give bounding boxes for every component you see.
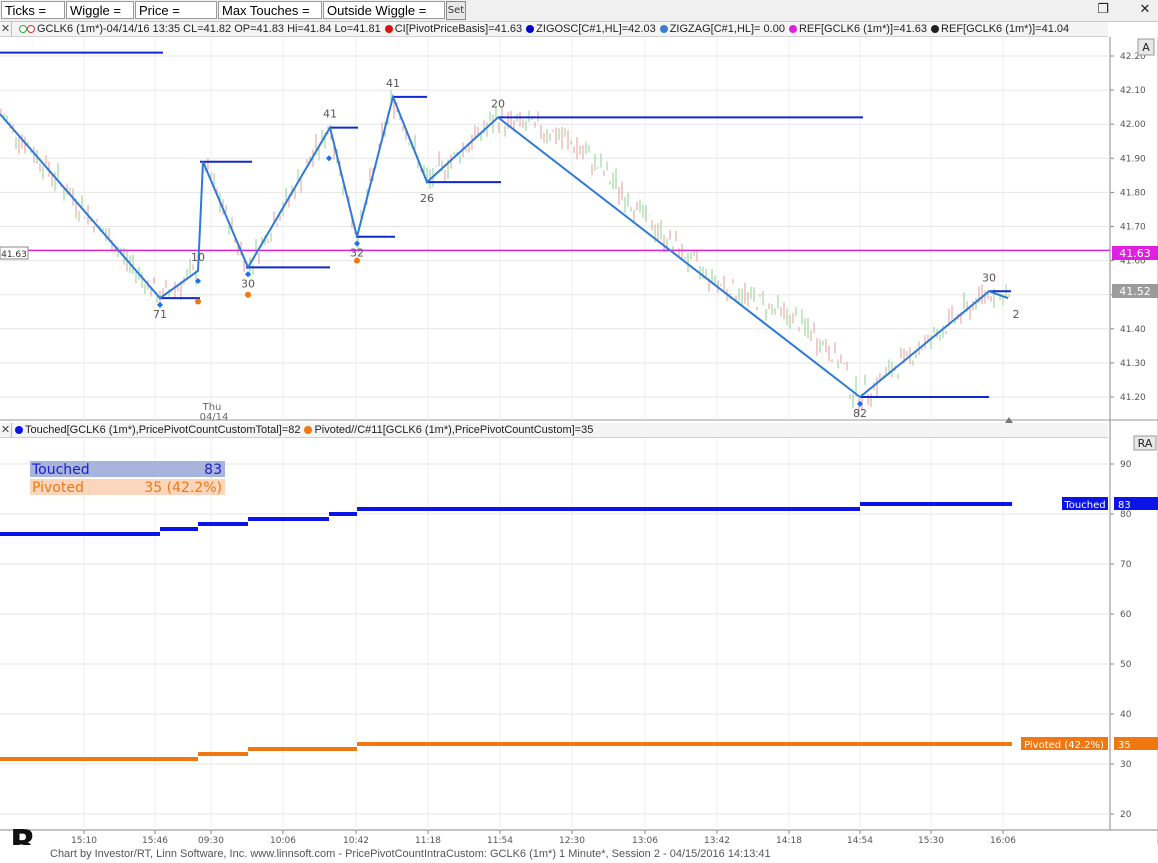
- pivot-count-label: 30: [982, 271, 996, 284]
- right-tag-ref-label: 41.63: [1119, 247, 1151, 260]
- y-tick-label: 90: [1120, 460, 1132, 470]
- x-tick-label: 15:30: [918, 836, 944, 845]
- x-tick-label: 16:06: [990, 836, 1016, 845]
- y-tick-label: 40: [1120, 710, 1132, 720]
- y-tick-label: 42.10: [1120, 86, 1146, 96]
- touched-marker: [157, 301, 163, 308]
- x-tick-label: 09:30: [198, 836, 224, 845]
- y-tick-label: 30: [1120, 760, 1132, 770]
- x-tick-label: 11:54: [487, 836, 513, 845]
- y-tick-label: 41.30: [1120, 359, 1146, 369]
- right-tag-pivoted-val-label: 35: [1118, 740, 1131, 751]
- pivot-count-label: 71: [153, 308, 167, 321]
- x-tick-label: 15:10: [71, 836, 97, 845]
- pivoted-stat-label: Pivoted: [32, 480, 84, 496]
- right-tag-touched-val-label: 83: [1118, 500, 1131, 511]
- touched-marker: [354, 240, 360, 247]
- pivot-count-label: 26: [420, 192, 434, 205]
- x-tick-label: 11:18: [415, 836, 441, 845]
- x-tick-label: 10:06: [270, 836, 296, 845]
- y-tick-label: 41.70: [1120, 223, 1146, 233]
- touched-marker: [326, 155, 332, 162]
- pivoted-marker: [195, 298, 201, 305]
- pivot-count-label: 10: [191, 251, 205, 264]
- touched-stat-label: Touched: [31, 462, 90, 478]
- pivot-count-label: 82: [853, 407, 867, 420]
- x-tick-label: 15:46: [142, 836, 168, 845]
- y-tick-label: 60: [1120, 610, 1132, 620]
- x-tick-label: 10:42: [343, 836, 369, 845]
- y-tick-label: 41.20: [1120, 393, 1146, 403]
- pivoted-marker: [354, 257, 360, 264]
- y-tick-label: 41.90: [1120, 154, 1146, 164]
- zigzag-line: [0, 93, 1009, 399]
- x-tick-label: 14:18: [776, 836, 802, 845]
- x-tick-label: 13:42: [704, 836, 730, 845]
- pivoted-marker: [245, 291, 251, 298]
- y-tick-label: 50: [1120, 660, 1132, 670]
- pivot-count-label: 41: [386, 77, 400, 90]
- pivot-count-label: 2: [1013, 308, 1020, 321]
- y-tick-label: 42.00: [1120, 120, 1146, 130]
- scale-badge-lower-label: RA: [1138, 437, 1153, 450]
- right-tag-last-label: 41.52: [1119, 285, 1151, 298]
- y-tick-label: 80: [1120, 510, 1132, 520]
- x-tick-label: 14:54: [847, 836, 873, 845]
- chart-svg[interactable]: 42.2042.1042.0041.9041.8041.7041.6041.50…: [0, 0, 1158, 845]
- y-tick-label: 41.80: [1120, 188, 1146, 198]
- right-tag-pivoted-name-label: Pivoted (42.2%): [1024, 740, 1104, 751]
- y-tick-label: 20: [1120, 810, 1132, 820]
- footer-text: Chart by Investor/RT, Linn Software, Inc…: [50, 848, 771, 860]
- pivot-count-label: 30: [241, 277, 255, 290]
- pivoted-stat-value: 35 (42.2%): [144, 480, 222, 496]
- x-tick-label: 12:30: [559, 836, 585, 845]
- right-tag-touched-name-label: Touched: [1063, 500, 1105, 511]
- pivot-count-label: 20: [491, 97, 505, 110]
- y-tick-label: 70: [1120, 560, 1132, 570]
- left-price-tag-label: 41.63: [1, 250, 27, 260]
- date-label-date: 04/14: [200, 412, 229, 423]
- touched-stat-value: 83: [204, 462, 222, 478]
- pivot-count-label: 41: [323, 108, 337, 121]
- y-tick-label: 41.40: [1120, 325, 1146, 335]
- footer: Chart by Investor/RT, Linn Software, Inc…: [0, 845, 1158, 863]
- scale-badge-label: A: [1142, 41, 1150, 54]
- x-tick-label: 13:06: [632, 836, 658, 845]
